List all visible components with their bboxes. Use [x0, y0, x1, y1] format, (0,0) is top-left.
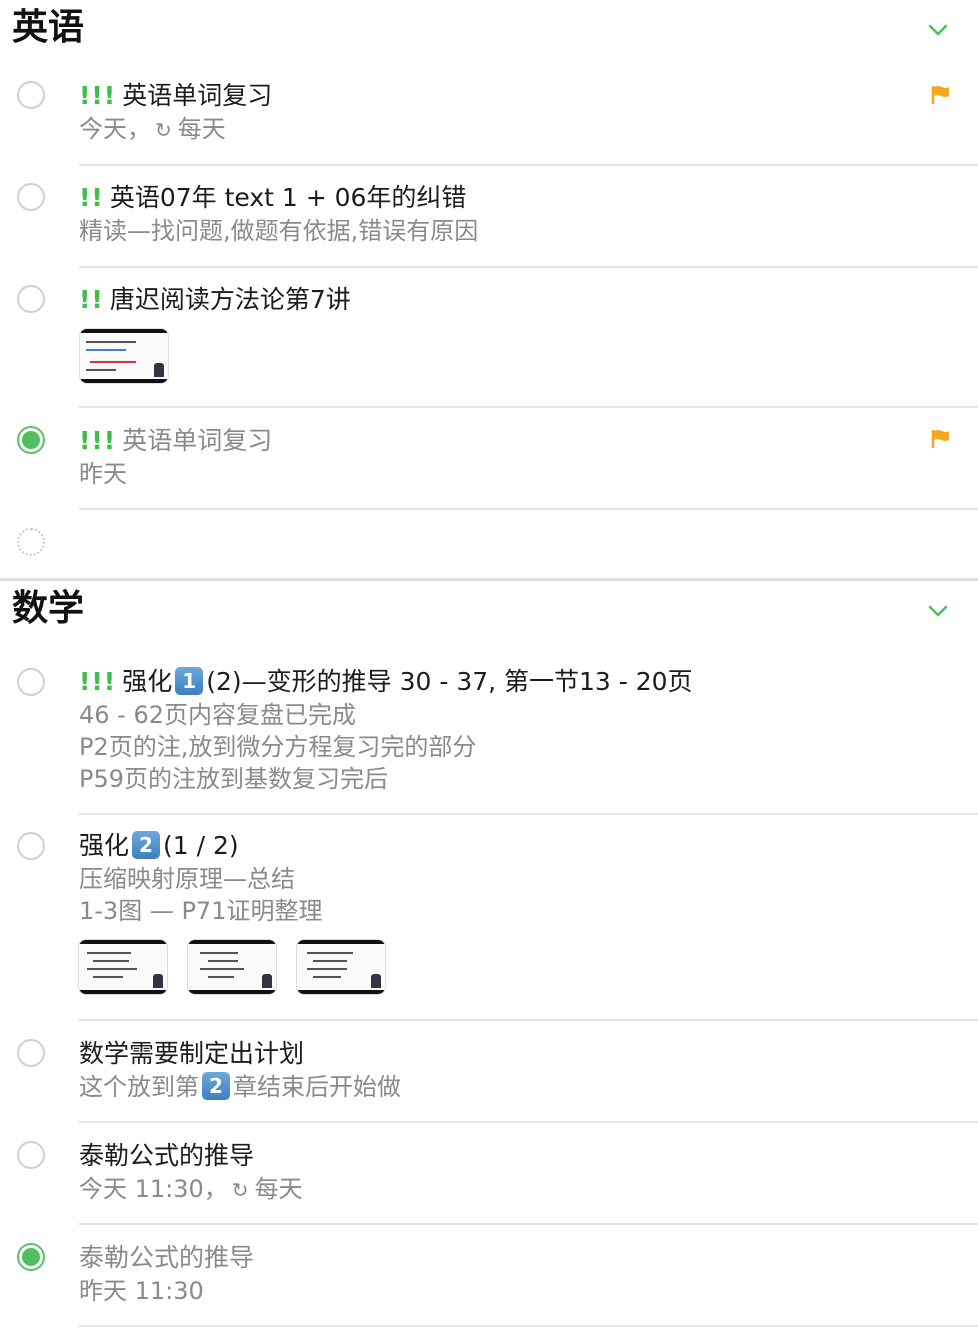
- task-note: 这个放到第 2 章结束后开始做: [79, 1071, 978, 1103]
- task-title-suffix: (1 / 2): [163, 831, 239, 860]
- task-title: 泰勒公式的推导: [79, 1141, 255, 1170]
- task-title-text: 英语07年 text 1 + 06年的纠错: [109, 183, 467, 212]
- separator: [79, 1325, 978, 1327]
- repeat-icon: ↻: [155, 118, 172, 142]
- task-item[interactable]: 数学需要制定出计划 这个放到第 2 章结束后开始做: [0, 1021, 978, 1123]
- task-item[interactable]: 泰勒公式的推导 今天 11:30， ↻ 每天: [0, 1123, 978, 1225]
- task-content[interactable]: 泰勒公式的推导 今天 11:30， ↻ 每天: [79, 1139, 978, 1206]
- section-title: 数学: [12, 588, 85, 629]
- number-badge: 1: [175, 667, 204, 695]
- task-checkbox-checked[interactable]: [17, 426, 45, 454]
- task-title: !! 唐迟阅读方法论第7讲: [79, 283, 978, 317]
- task-checkbox[interactable]: [17, 1141, 45, 1169]
- task-content[interactable]: !!! 强化 1 (2)—变形的推导 30 - 37, 第一节13 - 20页 46 …: [79, 665, 978, 795]
- task-title-text: 唐迟阅读方法论第7讲: [109, 285, 351, 314]
- task-title: !! 英语07年 text 1 + 06年的纠错: [79, 181, 978, 215]
- task-due: 今天， ↻ 每天: [79, 113, 978, 146]
- task-content[interactable]: !!! 英语单词复习 今天， ↻ 每天: [79, 79, 978, 146]
- task-item[interactable]: 强化 2 (1 / 2) 压缩映射原理—总结 1-3图 — P71证明整理: [0, 815, 978, 1021]
- task-title: !!! 英语单词复习: [79, 424, 978, 458]
- task-title-prefix: 强化: [122, 667, 173, 696]
- task-checkbox[interactable]: [17, 668, 45, 696]
- task-due: 昨天 11:30: [79, 1277, 204, 1305]
- attachment-thumbnail[interactable]: [78, 939, 168, 995]
- task-note: 精读—找问题,做题有依据,错误有原因: [79, 217, 479, 245]
- task-note-line: 压缩映射原理—总结: [79, 865, 295, 893]
- task-content[interactable]: 泰勒公式的推导 昨天 11:30: [79, 1241, 978, 1307]
- task-note-suffix: 章结束后开始做: [233, 1073, 401, 1101]
- task-content[interactable]: !! 英语07年 text 1 + 06年的纠错 精读—找问题,做题有依据,错误有…: [79, 181, 978, 247]
- task-title-prefix: 强化: [79, 831, 130, 860]
- task-title-text: 英语单词复习: [122, 81, 273, 110]
- chevron-down-icon[interactable]: [926, 18, 950, 42]
- task-title-text: 英语单词复习: [122, 426, 273, 455]
- priority-marker: !!!: [79, 81, 117, 110]
- task-title: 数学需要制定出计划: [79, 1039, 305, 1068]
- task-note-line: 46 - 62页内容复盘已完成: [79, 701, 356, 729]
- task-content[interactable]: 强化 2 (1 / 2) 压缩映射原理—总结 1-3图 — P71证明整理: [79, 829, 978, 927]
- task-content[interactable]: 数学需要制定出计划 这个放到第 2 章结束后开始做: [79, 1037, 978, 1103]
- task-due: 今天 11:30， ↻ 每天: [79, 1173, 978, 1206]
- section-title: 英语: [12, 7, 85, 48]
- task-item[interactable]: !!! 英语单词复习 今天， ↻ 每天: [0, 62, 978, 166]
- task-title: !!! 强化 1 (2)—变形的推导 30 - 37, 第一节13 - 20页: [79, 665, 978, 699]
- priority-marker: !!: [79, 183, 104, 212]
- attachment-thumbnail[interactable]: [79, 328, 169, 384]
- repeat-icon: ↻: [231, 1178, 249, 1202]
- flag-icon[interactable]: [930, 84, 950, 106]
- task-title: !!! 英语单词复习: [79, 79, 978, 113]
- task-checkbox[interactable]: [17, 1039, 45, 1067]
- attachment-thumbnail[interactable]: [296, 939, 386, 995]
- task-content[interactable]: !!! 英语单词复习 昨天: [79, 424, 978, 490]
- repeat-rule: 每天: [254, 1175, 303, 1203]
- task-checkbox-checked[interactable]: [17, 1243, 45, 1271]
- task-checkbox[interactable]: [17, 81, 45, 109]
- task-item-completed[interactable]: !!! 英语单词复习 昨天: [0, 408, 978, 510]
- task-item[interactable]: !! 唐迟阅读方法论第7讲: [0, 268, 978, 408]
- task-title: 强化 2 (1 / 2): [79, 829, 978, 863]
- new-task-circle-icon[interactable]: [17, 528, 45, 556]
- section-math: 数学 !!! 强化 1 (2)—变形的推导 30 - 37, 第一节13 - 20页 …: [0, 581, 978, 1342]
- priority-marker: !!: [79, 285, 104, 314]
- task-item-completed[interactable]: 泰勒公式的推导 昨天 11:30: [0, 1225, 978, 1327]
- section-english: 英语 !!! 英语单词复习 今天， ↻ 每天 !! 英语07年 text 1 + 06年…: [0, 0, 978, 578]
- number-badge: 2: [202, 1072, 230, 1100]
- task-content[interactable]: !! 唐迟阅读方法论第7讲: [79, 283, 978, 317]
- flag-icon[interactable]: [930, 428, 950, 450]
- task-checkbox[interactable]: [17, 285, 45, 313]
- section-header-math[interactable]: 数学: [0, 581, 978, 643]
- section-header-english[interactable]: 英语: [0, 0, 978, 62]
- task-item[interactable]: !!! 强化 1 (2)—变形的推导 30 - 37, 第一节13 - 20页 46 …: [0, 643, 978, 815]
- priority-marker: !!!: [79, 667, 117, 696]
- priority-marker: !!!: [79, 426, 117, 455]
- number-badge: 2: [132, 831, 161, 859]
- task-note-line: 1-3图 — P71证明整理: [79, 897, 323, 925]
- chevron-down-icon[interactable]: [926, 599, 950, 623]
- task-checkbox[interactable]: [17, 832, 45, 860]
- task-note-prefix: 这个放到第: [79, 1073, 199, 1101]
- repeat-rule: 每天: [177, 115, 226, 143]
- task-due: 昨天: [79, 460, 127, 488]
- task-item[interactable]: !! 英语07年 text 1 + 06年的纠错 精读—找问题,做题有依据,错误有…: [0, 166, 978, 268]
- task-note-line: P2页的注,放到微分方程复习完的部分: [79, 733, 477, 761]
- task-title: 泰勒公式的推导: [79, 1243, 255, 1272]
- task-title-suffix: (2)—变形的推导 30 - 37, 第一节13 - 20页: [206, 667, 693, 696]
- attachment-thumbnail[interactable]: [187, 939, 277, 995]
- due-date: 今天，: [79, 115, 151, 143]
- task-note-line: P59页的注放到基数复习完后: [79, 765, 389, 793]
- due-date: 今天 11:30，: [79, 1175, 228, 1203]
- task-checbox[interactable]: [17, 183, 45, 211]
- new-task-placeholder[interactable]: [0, 510, 978, 578]
